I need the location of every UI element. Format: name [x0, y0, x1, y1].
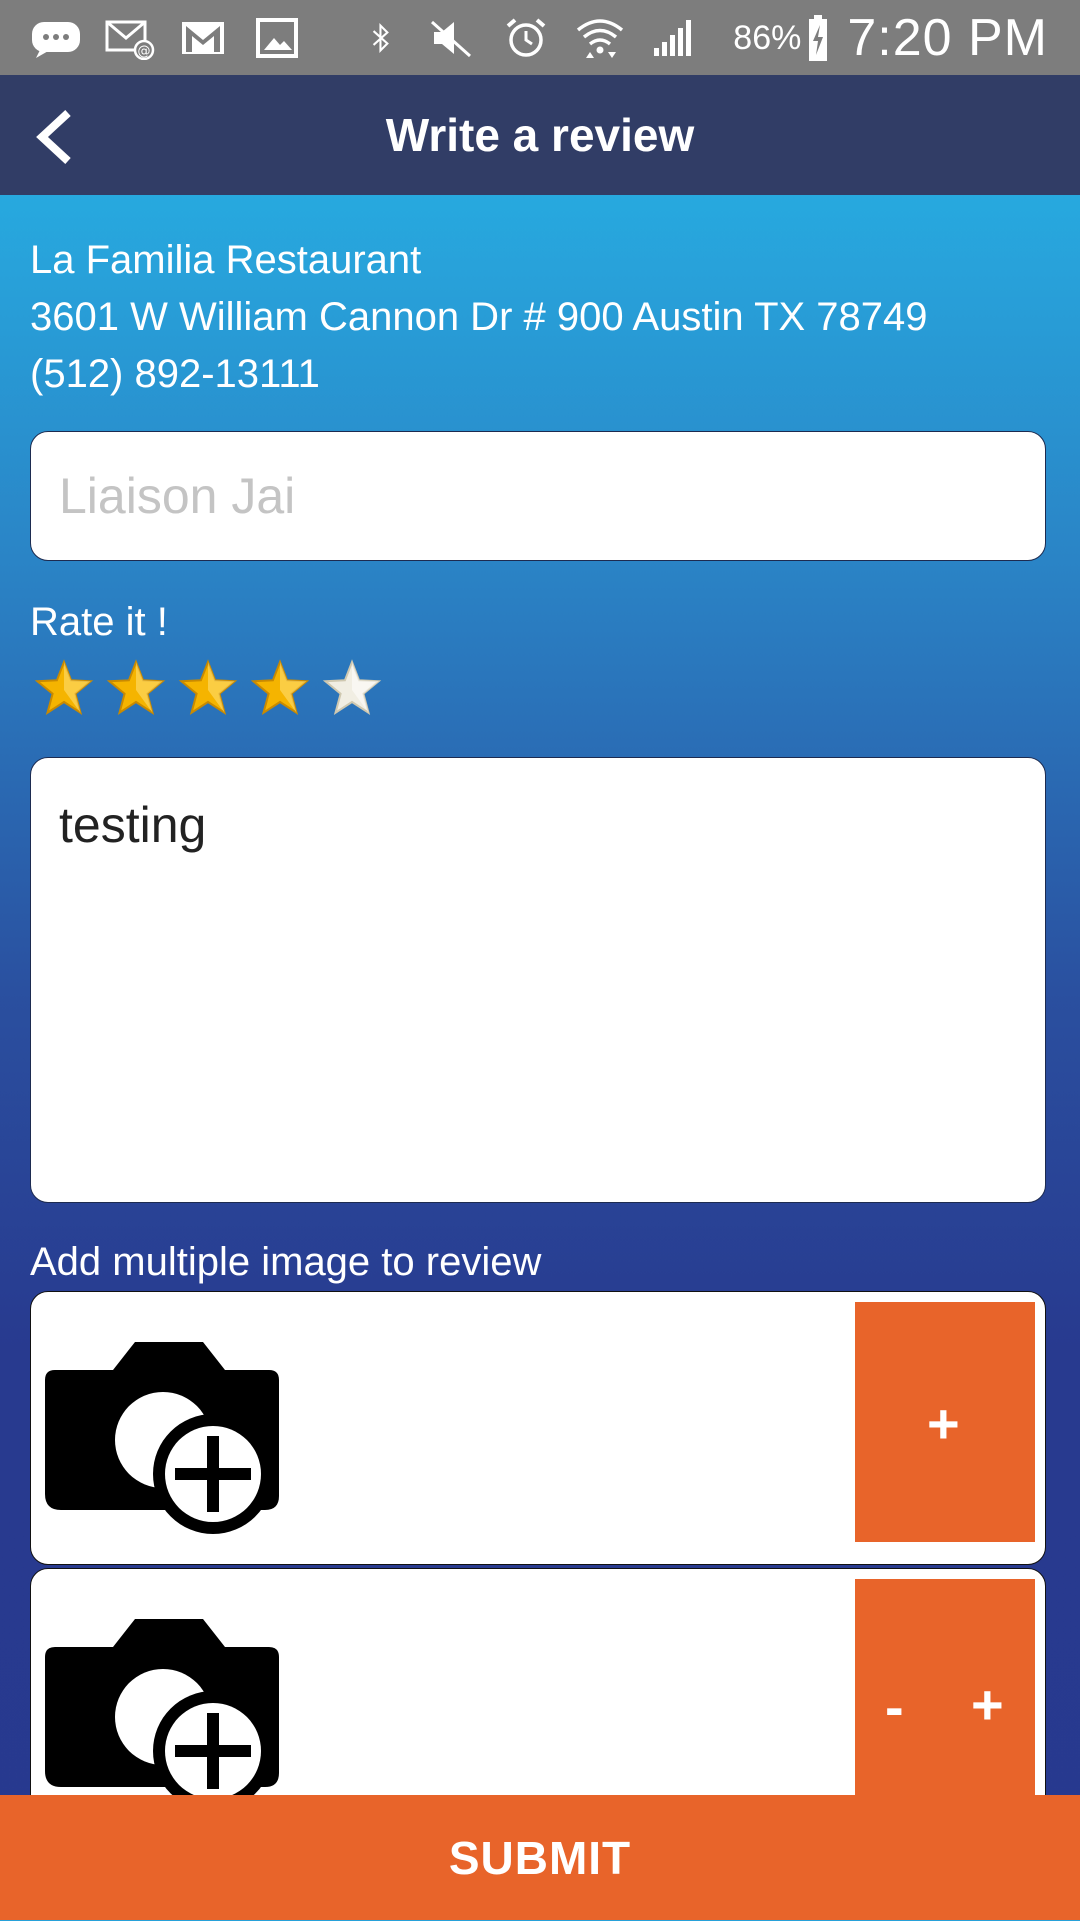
- camera-add-icon[interactable]: [41, 1328, 283, 1538]
- image-row: +: [30, 1291, 1046, 1565]
- image-actions-panel: +: [855, 1302, 1035, 1542]
- wifi-icon: [576, 19, 624, 58]
- rate-label: Rate it !: [30, 600, 168, 644]
- gmail-icon: [182, 22, 224, 54]
- mute-icon: [430, 20, 472, 58]
- star-rating[interactable]: [34, 658, 382, 718]
- add-image-row-button[interactable]: +: [971, 1677, 1004, 1733]
- svg-text:@: @: [138, 44, 151, 59]
- camera-add-icon[interactable]: [41, 1605, 283, 1815]
- add-image-row-button[interactable]: +: [927, 1396, 960, 1452]
- star-empty-icon[interactable]: [322, 658, 382, 718]
- notification-icons: @: [30, 10, 700, 66]
- restaurant-info: La Familia Restaurant 3601 W William Can…: [30, 232, 928, 403]
- restaurant-phone: (512) 892-13111: [30, 352, 320, 396]
- status-right: 86% 7:20 PM: [733, 6, 1048, 70]
- app-bar: Write a review: [0, 75, 1080, 195]
- battery-percent: 86%: [733, 18, 802, 57]
- gallery-icon: [256, 18, 298, 58]
- star-filled-icon[interactable]: [178, 658, 238, 718]
- reviewer-name-input[interactable]: [30, 431, 1046, 561]
- clock: 7:20 PM: [847, 9, 1048, 67]
- remove-image-row-button[interactable]: -: [885, 1679, 904, 1735]
- email-at-icon: @: [105, 20, 155, 60]
- chat-bubble-icon: [32, 22, 80, 58]
- review-text-area[interactable]: [30, 757, 1046, 1203]
- star-filled-icon[interactable]: [34, 658, 94, 718]
- star-filled-icon[interactable]: [106, 658, 166, 718]
- restaurant-address: 3601 W William Cannon Dr # 900 Austin TX…: [30, 295, 928, 339]
- submit-button[interactable]: SUBMIT: [0, 1795, 1080, 1920]
- bluetooth-icon: [372, 23, 389, 53]
- restaurant-name: La Familia Restaurant: [30, 238, 422, 282]
- signal-icon: [654, 20, 691, 56]
- battery-charging-icon: [809, 15, 828, 61]
- add-images-label: Add multiple image to review: [30, 1240, 542, 1284]
- star-filled-icon[interactable]: [250, 658, 310, 718]
- alarm-icon: [506, 18, 546, 57]
- status-bar: @ 86% 7:20 PM: [0, 0, 1080, 75]
- page-title: Write a review: [385, 109, 695, 161]
